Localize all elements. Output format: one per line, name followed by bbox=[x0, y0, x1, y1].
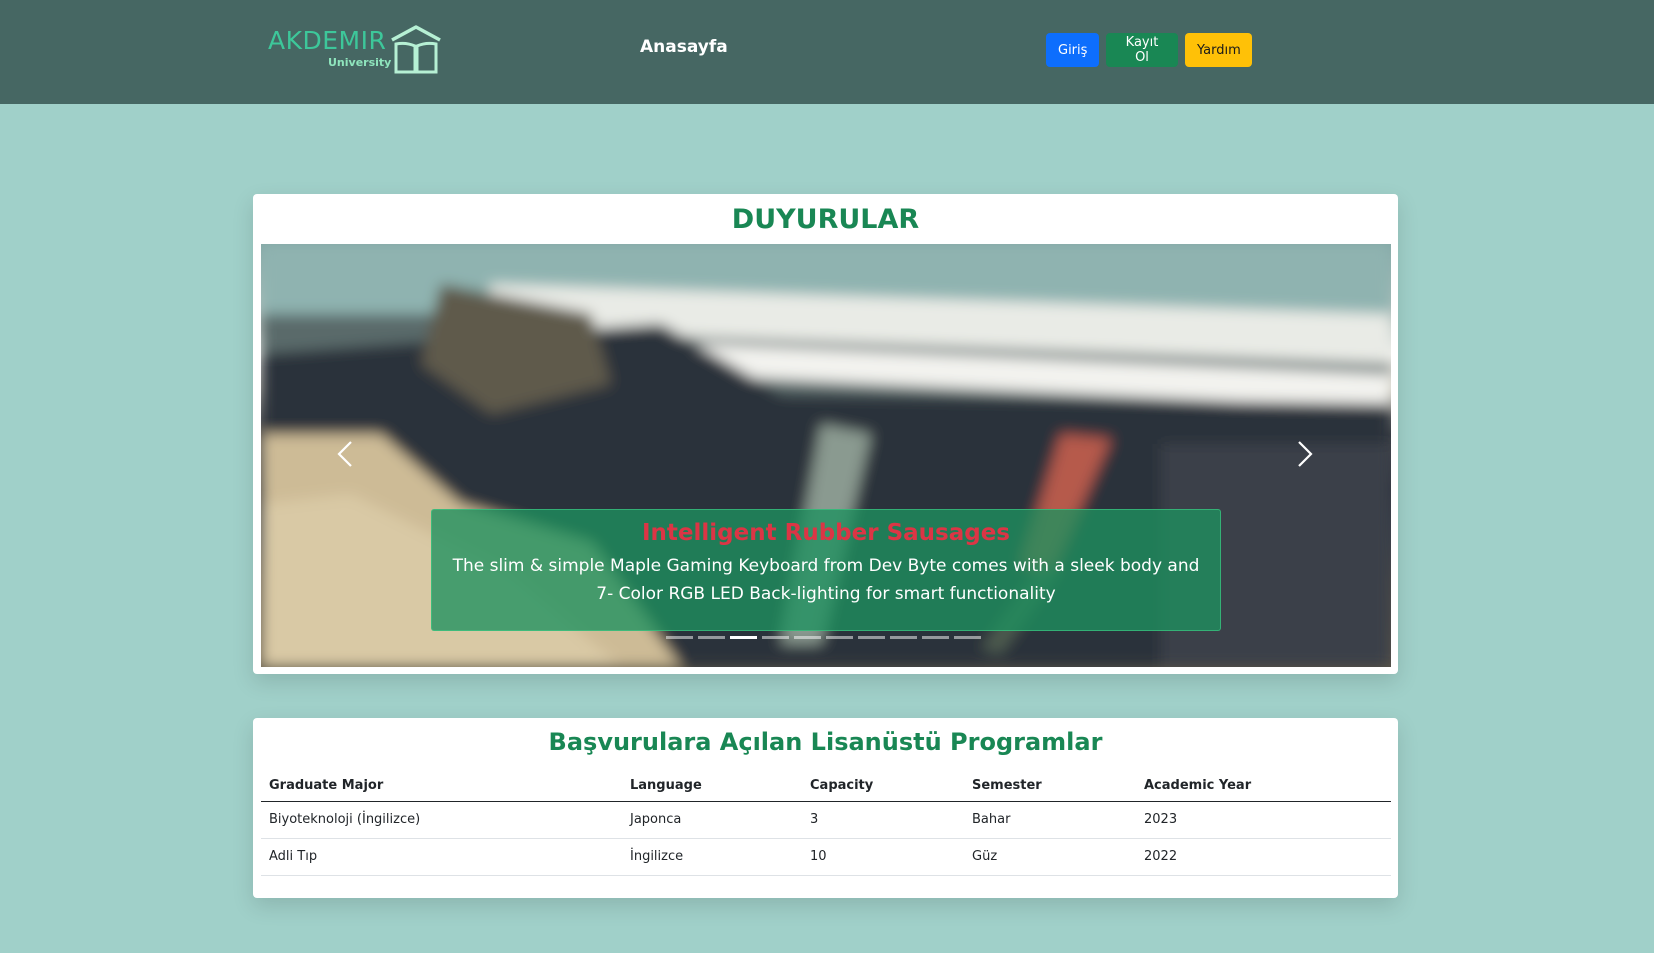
cell-capacity: 10 bbox=[802, 838, 964, 876]
navbar: AKDEMIR University Anasayfa Giriş Kayıt … bbox=[0, 0, 1654, 104]
cell-graduate-major: Biyoteknoloji (İngilizce) bbox=[261, 801, 622, 839]
column-header-semester: Semester bbox=[964, 770, 1136, 802]
carousel-indicator[interactable] bbox=[666, 636, 693, 639]
column-header-graduate-major: Graduate Major bbox=[261, 770, 622, 802]
carousel-indicator[interactable] bbox=[826, 636, 853, 639]
cell-graduate-major: Adli Tıp bbox=[261, 838, 622, 876]
announcements-title: DUYURULAR bbox=[731, 204, 920, 235]
carousel-indicator[interactable] bbox=[890, 636, 917, 639]
announcements-card: DUYURULAR Intelligent Rubber Sausages Th… bbox=[253, 194, 1398, 674]
register-button[interactable]: Kayıt Ol bbox=[1106, 33, 1178, 67]
carousel-indicator[interactable] bbox=[762, 636, 789, 639]
carousel-indicator[interactable] bbox=[922, 636, 949, 639]
cell-language: Japonca bbox=[622, 801, 802, 839]
carousel-indicators bbox=[666, 636, 986, 640]
carousel-indicator[interactable] bbox=[794, 636, 821, 639]
column-header-capacity: Capacity bbox=[802, 770, 964, 802]
cell-academic-year: 2022 bbox=[1136, 838, 1391, 876]
carousel-next-button[interactable] bbox=[1284, 434, 1324, 474]
column-header-academic-year: Academic Year bbox=[1136, 770, 1391, 802]
slide-caption-title: Intelligent Rubber Sausages bbox=[642, 520, 1010, 546]
carousel-indicator[interactable] bbox=[858, 636, 885, 639]
slide-caption-text: The slim & simple Maple Gaming Keyboard … bbox=[452, 556, 1200, 604]
login-button[interactable]: Giriş bbox=[1046, 33, 1099, 67]
table-header-row: Graduate Major Language Capacity Semeste… bbox=[261, 770, 1391, 802]
column-header-language: Language bbox=[622, 770, 802, 802]
carousel-prev-button[interactable] bbox=[326, 434, 366, 474]
chevron-right-icon bbox=[1298, 441, 1313, 467]
brand-name: AKDEMIR bbox=[268, 26, 387, 55]
programs-table: Graduate Major Language Capacity Semeste… bbox=[261, 770, 1391, 876]
announcements-carousel[interactable]: Intelligent Rubber Sausages The slim & s… bbox=[261, 244, 1391, 667]
cell-semester: Güz bbox=[964, 838, 1136, 876]
help-button[interactable]: Yardım bbox=[1185, 33, 1252, 67]
carousel-indicator[interactable] bbox=[954, 636, 981, 639]
cell-semester: Bahar bbox=[964, 801, 1136, 839]
brand-logo[interactable]: AKDEMIR University bbox=[268, 24, 448, 78]
carousel-indicator-active[interactable] bbox=[730, 636, 757, 639]
cell-capacity: 3 bbox=[802, 801, 964, 839]
book-house-icon bbox=[391, 25, 441, 74]
slide-caption: Intelligent Rubber Sausages The slim & s… bbox=[431, 509, 1221, 631]
brand-subtitle: University bbox=[328, 56, 392, 69]
chevron-left-icon bbox=[337, 441, 352, 467]
programs-title: Başvurulara Açılan Lisanüstü Programlar bbox=[548, 728, 1103, 756]
carousel-indicator[interactable] bbox=[698, 636, 725, 639]
table-row: Adli Tıp İngilizce 10 Güz 2022 bbox=[261, 838, 1391, 876]
cell-language: İngilizce bbox=[622, 838, 802, 876]
nav-home-link[interactable]: Anasayfa bbox=[640, 37, 728, 57]
table-row: Biyoteknoloji (İngilizce) Japonca 3 Baha… bbox=[261, 801, 1391, 839]
programs-card: Başvurulara Açılan Lisanüstü Programlar … bbox=[253, 718, 1398, 898]
cell-academic-year: 2023 bbox=[1136, 801, 1391, 839]
